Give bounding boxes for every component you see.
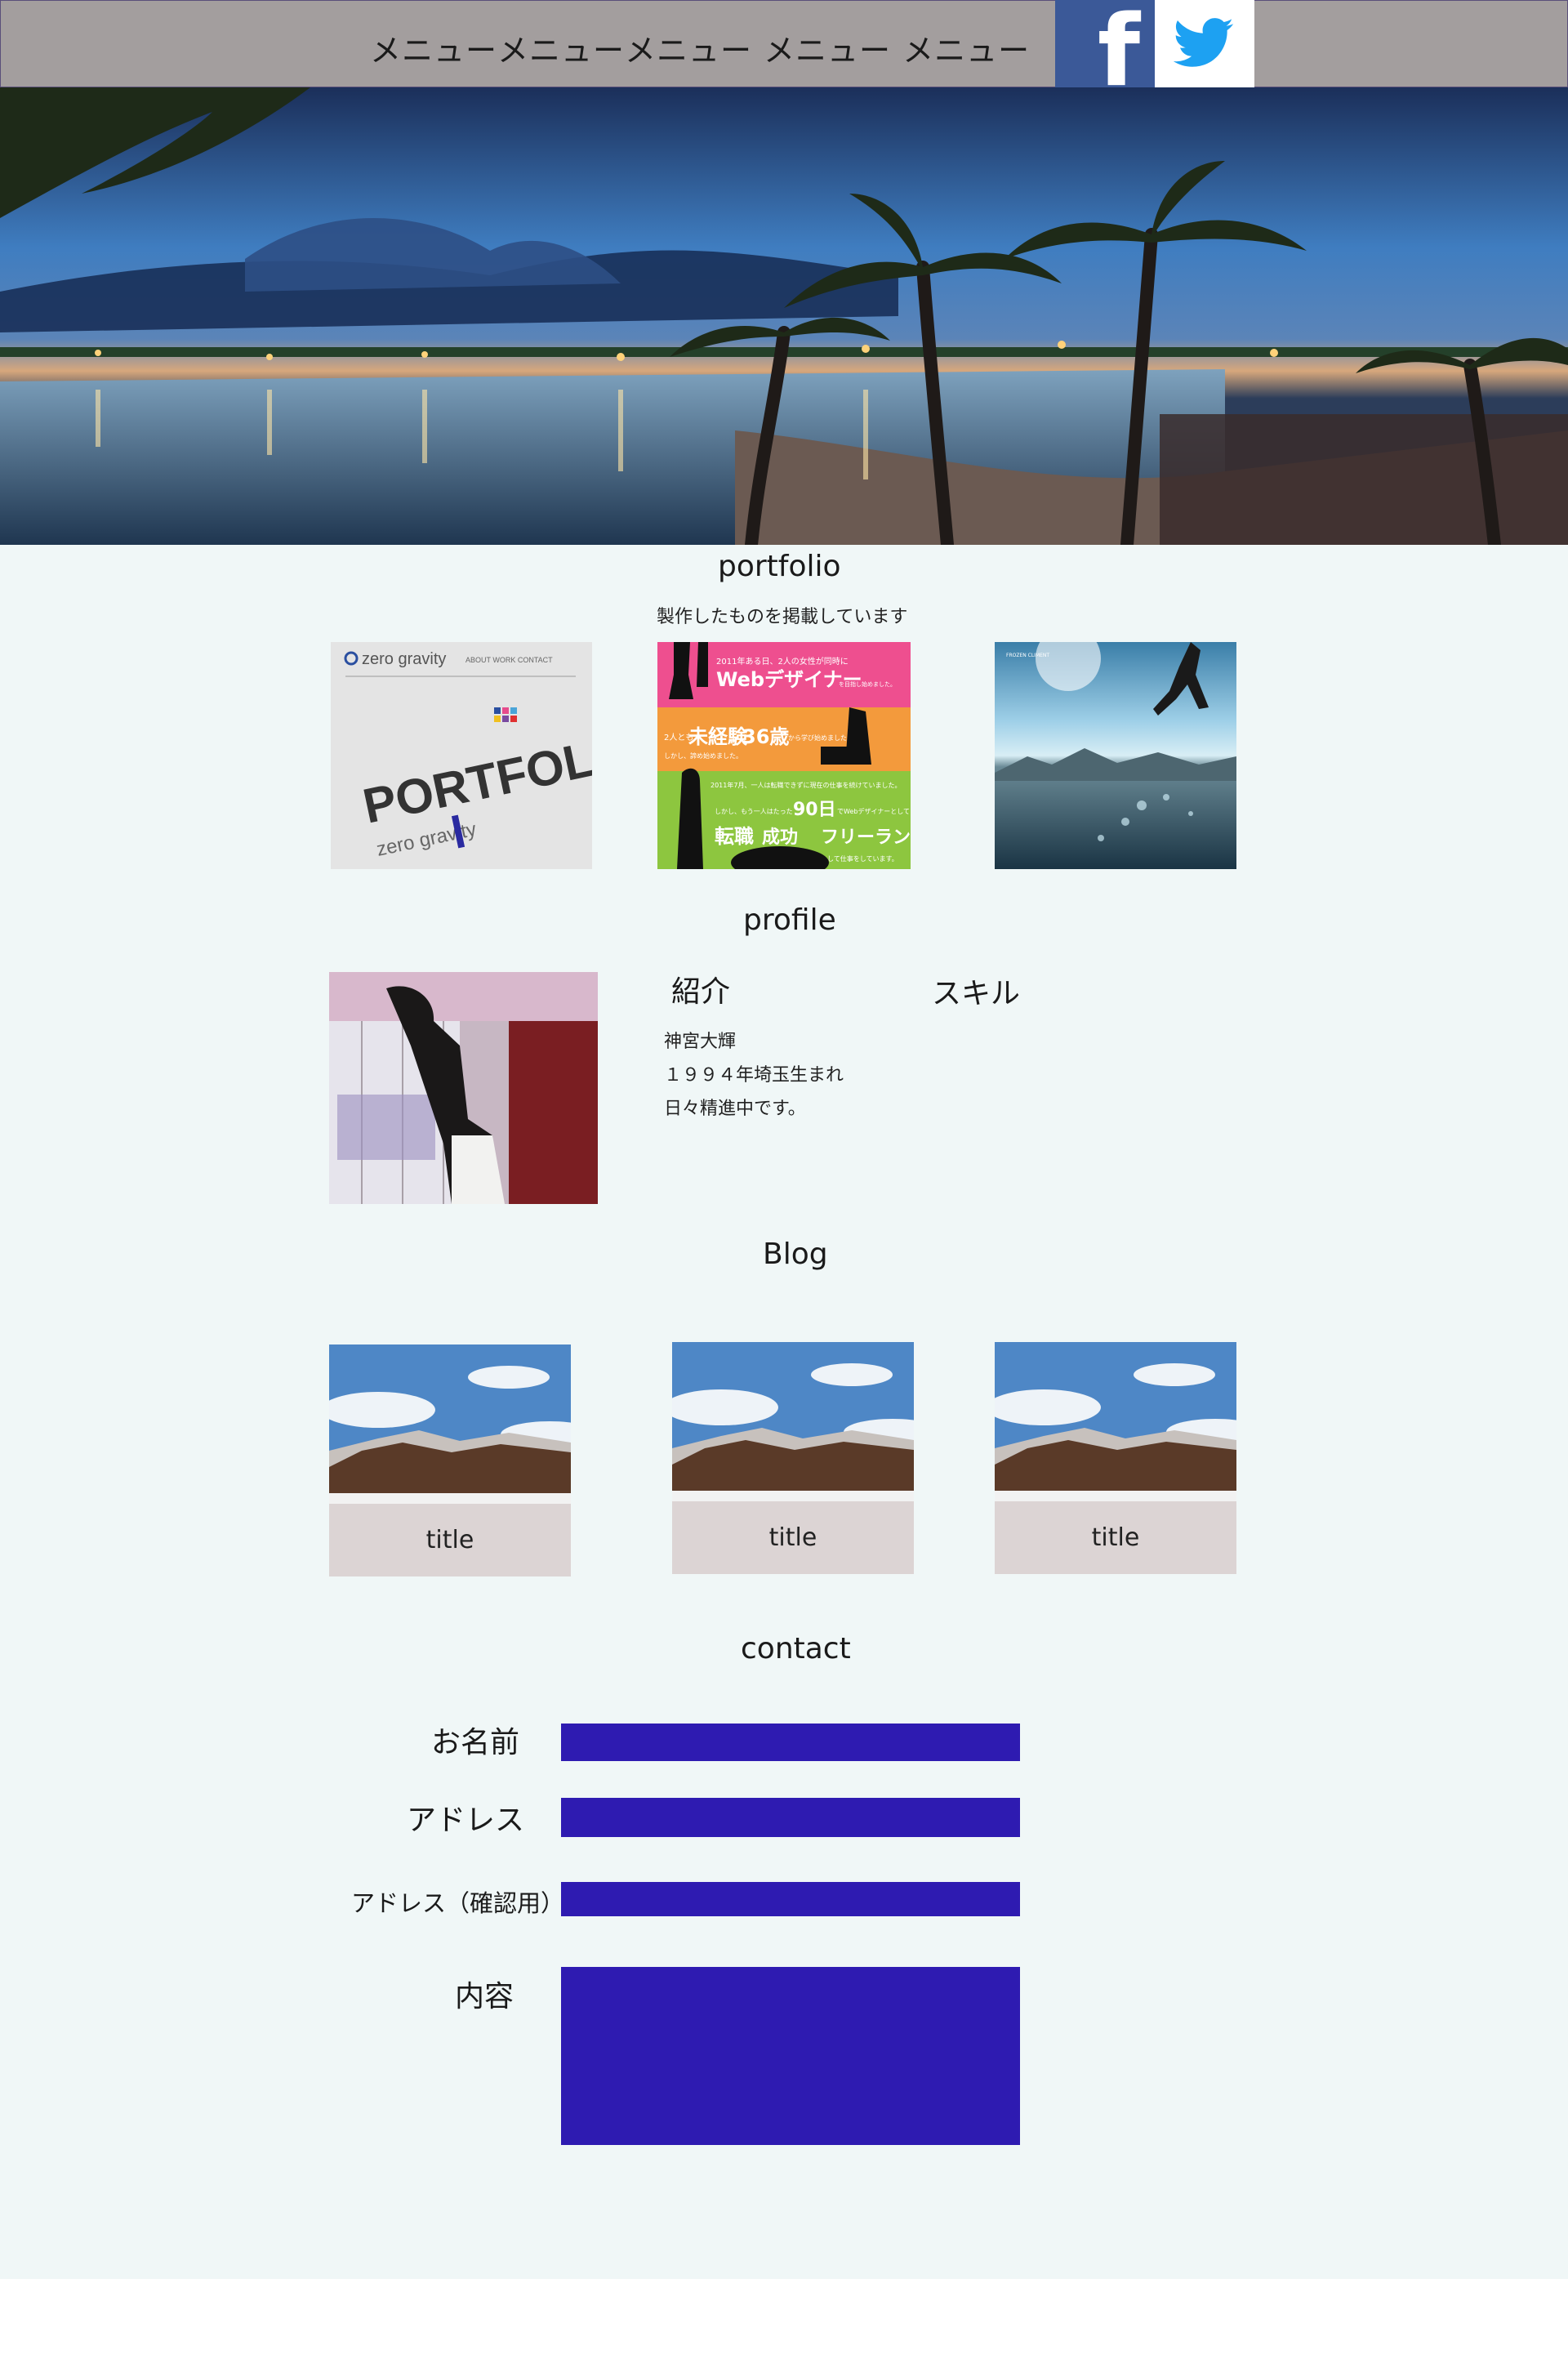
portfolio-thumb-webdesigner: 2011年ある日、2人の女性が同時に Webデザイナー を目指し始めました。 2… bbox=[657, 642, 911, 869]
intro-line-3: 日々精進中です。 bbox=[664, 1099, 806, 1119]
menu-item-5[interactable]: メニュー bbox=[902, 25, 1030, 70]
message-field[interactable] bbox=[561, 1967, 1020, 2145]
name-label: お名前 bbox=[431, 1726, 520, 1759]
zg-nav: ABOUT WORK CONTACT bbox=[466, 656, 553, 664]
header-bar: メニューメニューメニュー メニュー メニュー bbox=[0, 0, 1568, 87]
blog-card-1[interactable]: title bbox=[329, 1344, 571, 1576]
hero-image bbox=[0, 87, 1568, 545]
skill-heading: スキル bbox=[932, 977, 1021, 1010]
blog-card-title: title bbox=[329, 1504, 571, 1576]
contact-title: contact bbox=[741, 1632, 851, 1666]
profile-photo bbox=[329, 972, 598, 1204]
menu-item-3[interactable]: メニュー bbox=[625, 25, 752, 70]
name-field[interactable] bbox=[561, 1724, 1020, 1761]
blog-card-2[interactable]: title bbox=[672, 1342, 914, 1574]
menu-item-2[interactable]: メニュー bbox=[497, 25, 625, 70]
profile-photo-image bbox=[329, 972, 598, 1204]
wd-line11: 90日 bbox=[793, 800, 836, 820]
mountain-landscape-photo bbox=[672, 1342, 914, 1501]
twitter-icon bbox=[1173, 18, 1234, 67]
wd-line5: 未経験 bbox=[688, 725, 748, 748]
wd-line15: フリーランス bbox=[821, 827, 911, 848]
portfolio-item-2[interactable]: 2011年ある日、2人の女性が同時に Webデザイナー を目指し始めました。 2… bbox=[657, 642, 911, 869]
twitter-link[interactable] bbox=[1155, 0, 1254, 87]
mountain-landscape-photo bbox=[329, 1344, 571, 1504]
intro-line-2: １９９４年埼玉生まれ bbox=[664, 1065, 844, 1086]
blog-card-3[interactable]: title bbox=[995, 1342, 1236, 1574]
wd-line13: 転職 bbox=[715, 825, 754, 848]
message-label: 内容 bbox=[455, 1980, 514, 2013]
portfolio-title: portfolio bbox=[718, 550, 841, 583]
wd-line1: 2011年ある日、2人の女性が同時に bbox=[716, 656, 849, 667]
wd-line3: を目指し始めました。 bbox=[839, 680, 896, 688]
facebook-link[interactable]: f bbox=[1055, 0, 1155, 109]
facebook-glyph: f bbox=[1098, 0, 1142, 87]
blog-card-image bbox=[329, 1344, 571, 1504]
portfolio-thumb-zero-gravity: zero gravity ABOUT WORK CONTACT PORTFOLI… bbox=[331, 642, 592, 869]
wd-line8: しかし、諦め始めました。 bbox=[664, 751, 742, 760]
blog-card-image bbox=[995, 1342, 1236, 1501]
portfolio-thumb-splash: FROZEN CLIMENT bbox=[995, 642, 1236, 869]
address-field[interactable] bbox=[561, 1798, 1020, 1837]
address-confirm-label: アドレス（確認用） bbox=[351, 1889, 565, 1917]
blog-card-image bbox=[672, 1342, 914, 1501]
portfolio-item-1[interactable]: zero gravity ABOUT WORK CONTACT PORTFOLI… bbox=[331, 642, 592, 869]
main-menu: メニューメニューメニュー メニュー メニュー bbox=[370, 25, 1030, 70]
menu-item-4[interactable]: メニュー bbox=[764, 25, 891, 70]
wd-line7: から学び始めました bbox=[788, 734, 847, 742]
address-confirm-field[interactable] bbox=[561, 1882, 1020, 1916]
intro-heading: 紹介 bbox=[671, 975, 731, 1009]
wd-line10: しかし、もう一人はたった bbox=[715, 808, 793, 815]
tropical-night-beach-photo bbox=[0, 87, 1568, 545]
wd-line6: 36歳 bbox=[742, 725, 789, 748]
menu-item-1[interactable]: メニュー bbox=[370, 25, 497, 70]
blog-card-title: title bbox=[995, 1501, 1236, 1574]
blog-title: Blog bbox=[763, 1237, 828, 1271]
zg-brand: zero gravity bbox=[362, 650, 446, 668]
portfolio-item-3[interactable]: FROZEN CLIMENT bbox=[995, 642, 1236, 869]
profile-title: profile bbox=[743, 903, 836, 937]
blog-card-title: title bbox=[672, 1501, 914, 1574]
wd-line14: 成功 bbox=[762, 827, 798, 848]
intro-line-1: 神宮大輝 bbox=[664, 1032, 737, 1052]
mountain-landscape-photo bbox=[995, 1342, 1236, 1501]
wd-line16: として仕事をしています。 bbox=[821, 854, 898, 863]
splash-caption: FROZEN CLIMENT bbox=[1006, 653, 1049, 658]
wd-line9: 2011年7月、一人は転職できずに現在の仕事を続けていました。 bbox=[710, 781, 901, 789]
facebook-icon: f bbox=[1098, 0, 1142, 109]
wd-line12: でWebデザイナーとして bbox=[837, 807, 910, 815]
portfolio-subtitle: 製作したものを掲載しています bbox=[657, 607, 908, 627]
address-label: アドレス bbox=[407, 1804, 525, 1837]
